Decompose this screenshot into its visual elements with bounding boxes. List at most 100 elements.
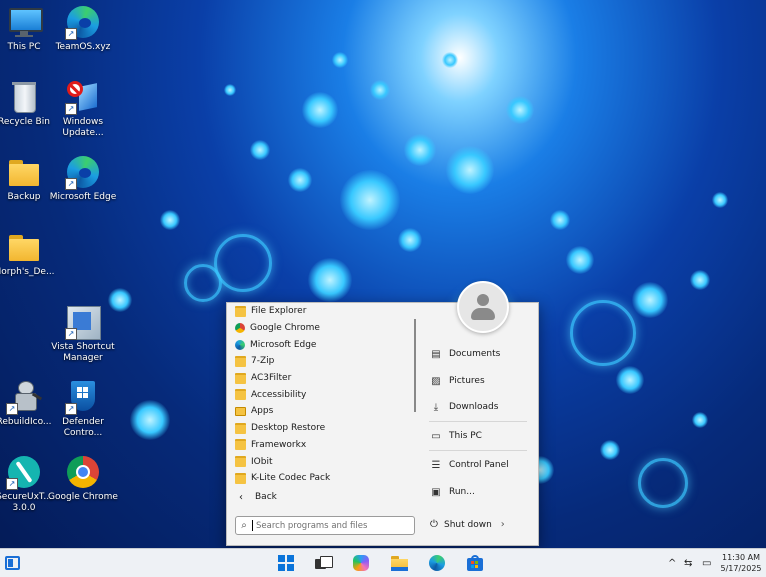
- bokeh-light: [638, 458, 688, 508]
- bokeh-light: [288, 168, 312, 192]
- bokeh-light: [160, 210, 180, 230]
- defender-icon: ↗: [65, 379, 101, 415]
- desktop-icon-label: TeamOS.xyz: [55, 42, 111, 52]
- folder-icon: [6, 154, 42, 190]
- right-pane-label: Run...: [449, 487, 475, 497]
- edge-icon: ↗: [65, 154, 101, 190]
- program-item[interactable]: File Explorer: [227, 303, 417, 320]
- shortcut-arrow-icon: ↗: [65, 328, 77, 340]
- desktop-icon-windows-update[interactable]: ↗ Windows Update...: [48, 79, 118, 139]
- program-item[interactable]: Desktop Restore: [227, 420, 417, 437]
- bokeh-light: [250, 140, 270, 160]
- program-item[interactable]: K-Lite Codec Pack: [227, 470, 417, 486]
- folder-icon: [6, 229, 42, 265]
- file-explorer-button[interactable]: [389, 553, 409, 573]
- program-item[interactable]: Accessibility: [227, 386, 417, 403]
- desktop-icon-label: Defender Contro...: [62, 417, 104, 438]
- program-item[interactable]: 7-Zip: [227, 353, 417, 370]
- vista-shortcut-manager-icon: ↗: [65, 304, 101, 340]
- network-icon[interactable]: ⇆: [684, 549, 692, 577]
- program-item[interactable]: Apps: [227, 403, 417, 420]
- copilot-button[interactable]: [351, 553, 371, 573]
- shortcut-arrow-icon: ↗: [65, 403, 77, 415]
- right-pane-label: Control Panel: [449, 460, 509, 470]
- start-button[interactable]: [276, 553, 296, 573]
- right-pane-item[interactable]: ☰ Control Panel: [429, 455, 525, 475]
- control-panel-icon: ☰: [431, 459, 441, 471]
- bokeh-light: [404, 134, 436, 166]
- edge-taskbar-button[interactable]: [427, 553, 447, 573]
- chevron-right-icon[interactable]: ›: [501, 519, 505, 530]
- right-pane-item[interactable]: ⤓ Downloads: [429, 397, 525, 417]
- desktop-icon-microsoft-edge[interactable]: ↗ Microsoft Edge: [48, 154, 118, 203]
- bokeh-light: [616, 366, 644, 394]
- program-item[interactable]: IObit: [227, 453, 417, 470]
- folder-icon: [235, 305, 246, 317]
- desktop-icon-vista-shortcut-manager[interactable]: ↗ Vista Shortcut Manager: [48, 304, 118, 364]
- bokeh-light: [632, 282, 668, 318]
- search-input[interactable]: ⌕ Search programs and files: [235, 516, 415, 535]
- program-label: Google Chrome: [250, 323, 320, 334]
- desktop-icon-label: Vista Shortcut Manager: [51, 342, 115, 363]
- back-button[interactable]: ‹ Back: [227, 488, 417, 506]
- search-placeholder: Search programs and files: [256, 520, 368, 531]
- document-icon: ▤: [431, 348, 441, 360]
- program-label: 7-Zip: [251, 356, 275, 367]
- shutdown-label: Shut down: [444, 519, 492, 530]
- start-menu-right-pane: ▤ Documents ▨ Pictures ⤓ Downloads ▭ This PC ☰ Co…: [423, 303, 538, 508]
- show-hidden-icons-button[interactable]: ^: [668, 549, 676, 577]
- chevron-up-icon: ^: [668, 557, 677, 569]
- bokeh-light: [184, 264, 222, 302]
- store-button[interactable]: [465, 553, 485, 573]
- right-pane-label: Pictures: [449, 376, 485, 386]
- folder-icon: [235, 389, 246, 401]
- clock-time: 11:30 AM: [722, 553, 760, 562]
- bokeh-light: [214, 234, 272, 292]
- widgets-button[interactable]: [3, 553, 23, 573]
- program-list-scrollbar[interactable]: [414, 319, 416, 412]
- clock[interactable]: 11:30 AM 5/17/2025: [718, 552, 764, 574]
- bokeh-light: [712, 192, 728, 208]
- bokeh-light: [370, 80, 390, 100]
- desktop-icon-label: Windows Update...: [62, 117, 104, 138]
- bokeh-light: [570, 300, 636, 366]
- bokeh-light: [600, 440, 620, 460]
- desktop-icon-google-chrome[interactable]: Google Chrome: [48, 454, 118, 503]
- task-view-button[interactable]: [312, 553, 333, 573]
- chrome-icon: [235, 323, 245, 334]
- program-label: Desktop Restore: [251, 423, 326, 434]
- bokeh-light: [566, 246, 594, 274]
- program-item[interactable]: AC3Filter: [227, 370, 417, 387]
- edge-icon: [235, 339, 245, 350]
- desktop-icon-morphs-folder[interactable]: Morph's_De...: [0, 229, 59, 278]
- bokeh-light: [398, 228, 422, 252]
- program-item[interactable]: Frameworkx: [227, 437, 417, 454]
- display-icon[interactable]: ▭: [702, 549, 711, 577]
- shortcut-arrow-icon: ↗: [65, 103, 77, 115]
- program-label: AC3Filter: [251, 373, 292, 384]
- right-pane-item[interactable]: ▤ Documents: [429, 344, 525, 364]
- program-label: File Explorer: [251, 306, 307, 317]
- folder-icon: [235, 422, 246, 434]
- run-icon: ▣: [431, 486, 441, 498]
- program-item[interactable]: Google Chrome: [227, 320, 417, 337]
- picture-icon: ▨: [431, 375, 441, 387]
- desktop-icon-defender-control[interactable]: ↗ Defender Contro...: [48, 379, 118, 439]
- program-label: K-Lite Codec Pack: [251, 473, 331, 484]
- right-pane-item[interactable]: ▣ Run...: [429, 482, 525, 502]
- folder-icon: [235, 355, 246, 367]
- edge-icon: [429, 555, 445, 571]
- bokeh-light: [308, 258, 352, 302]
- program-item[interactable]: Microsoft Edge: [227, 336, 417, 353]
- shortcut-arrow-icon: ↗: [6, 478, 18, 490]
- shutdown-button[interactable]: ⏻ Shut down ›: [427, 516, 507, 533]
- right-pane-item[interactable]: ▨ Pictures: [429, 371, 525, 391]
- bokeh-light: [224, 84, 236, 96]
- right-pane-item[interactable]: ▭ This PC: [429, 426, 525, 446]
- divider: [429, 421, 527, 422]
- shortcut-arrow-icon: ↗: [6, 403, 18, 415]
- program-label: Apps: [251, 406, 274, 417]
- clock-date: 5/17/2025: [720, 564, 762, 573]
- desktop-icon-teamos[interactable]: ↗ TeamOS.xyz: [48, 4, 118, 53]
- bokeh-light: [550, 210, 570, 230]
